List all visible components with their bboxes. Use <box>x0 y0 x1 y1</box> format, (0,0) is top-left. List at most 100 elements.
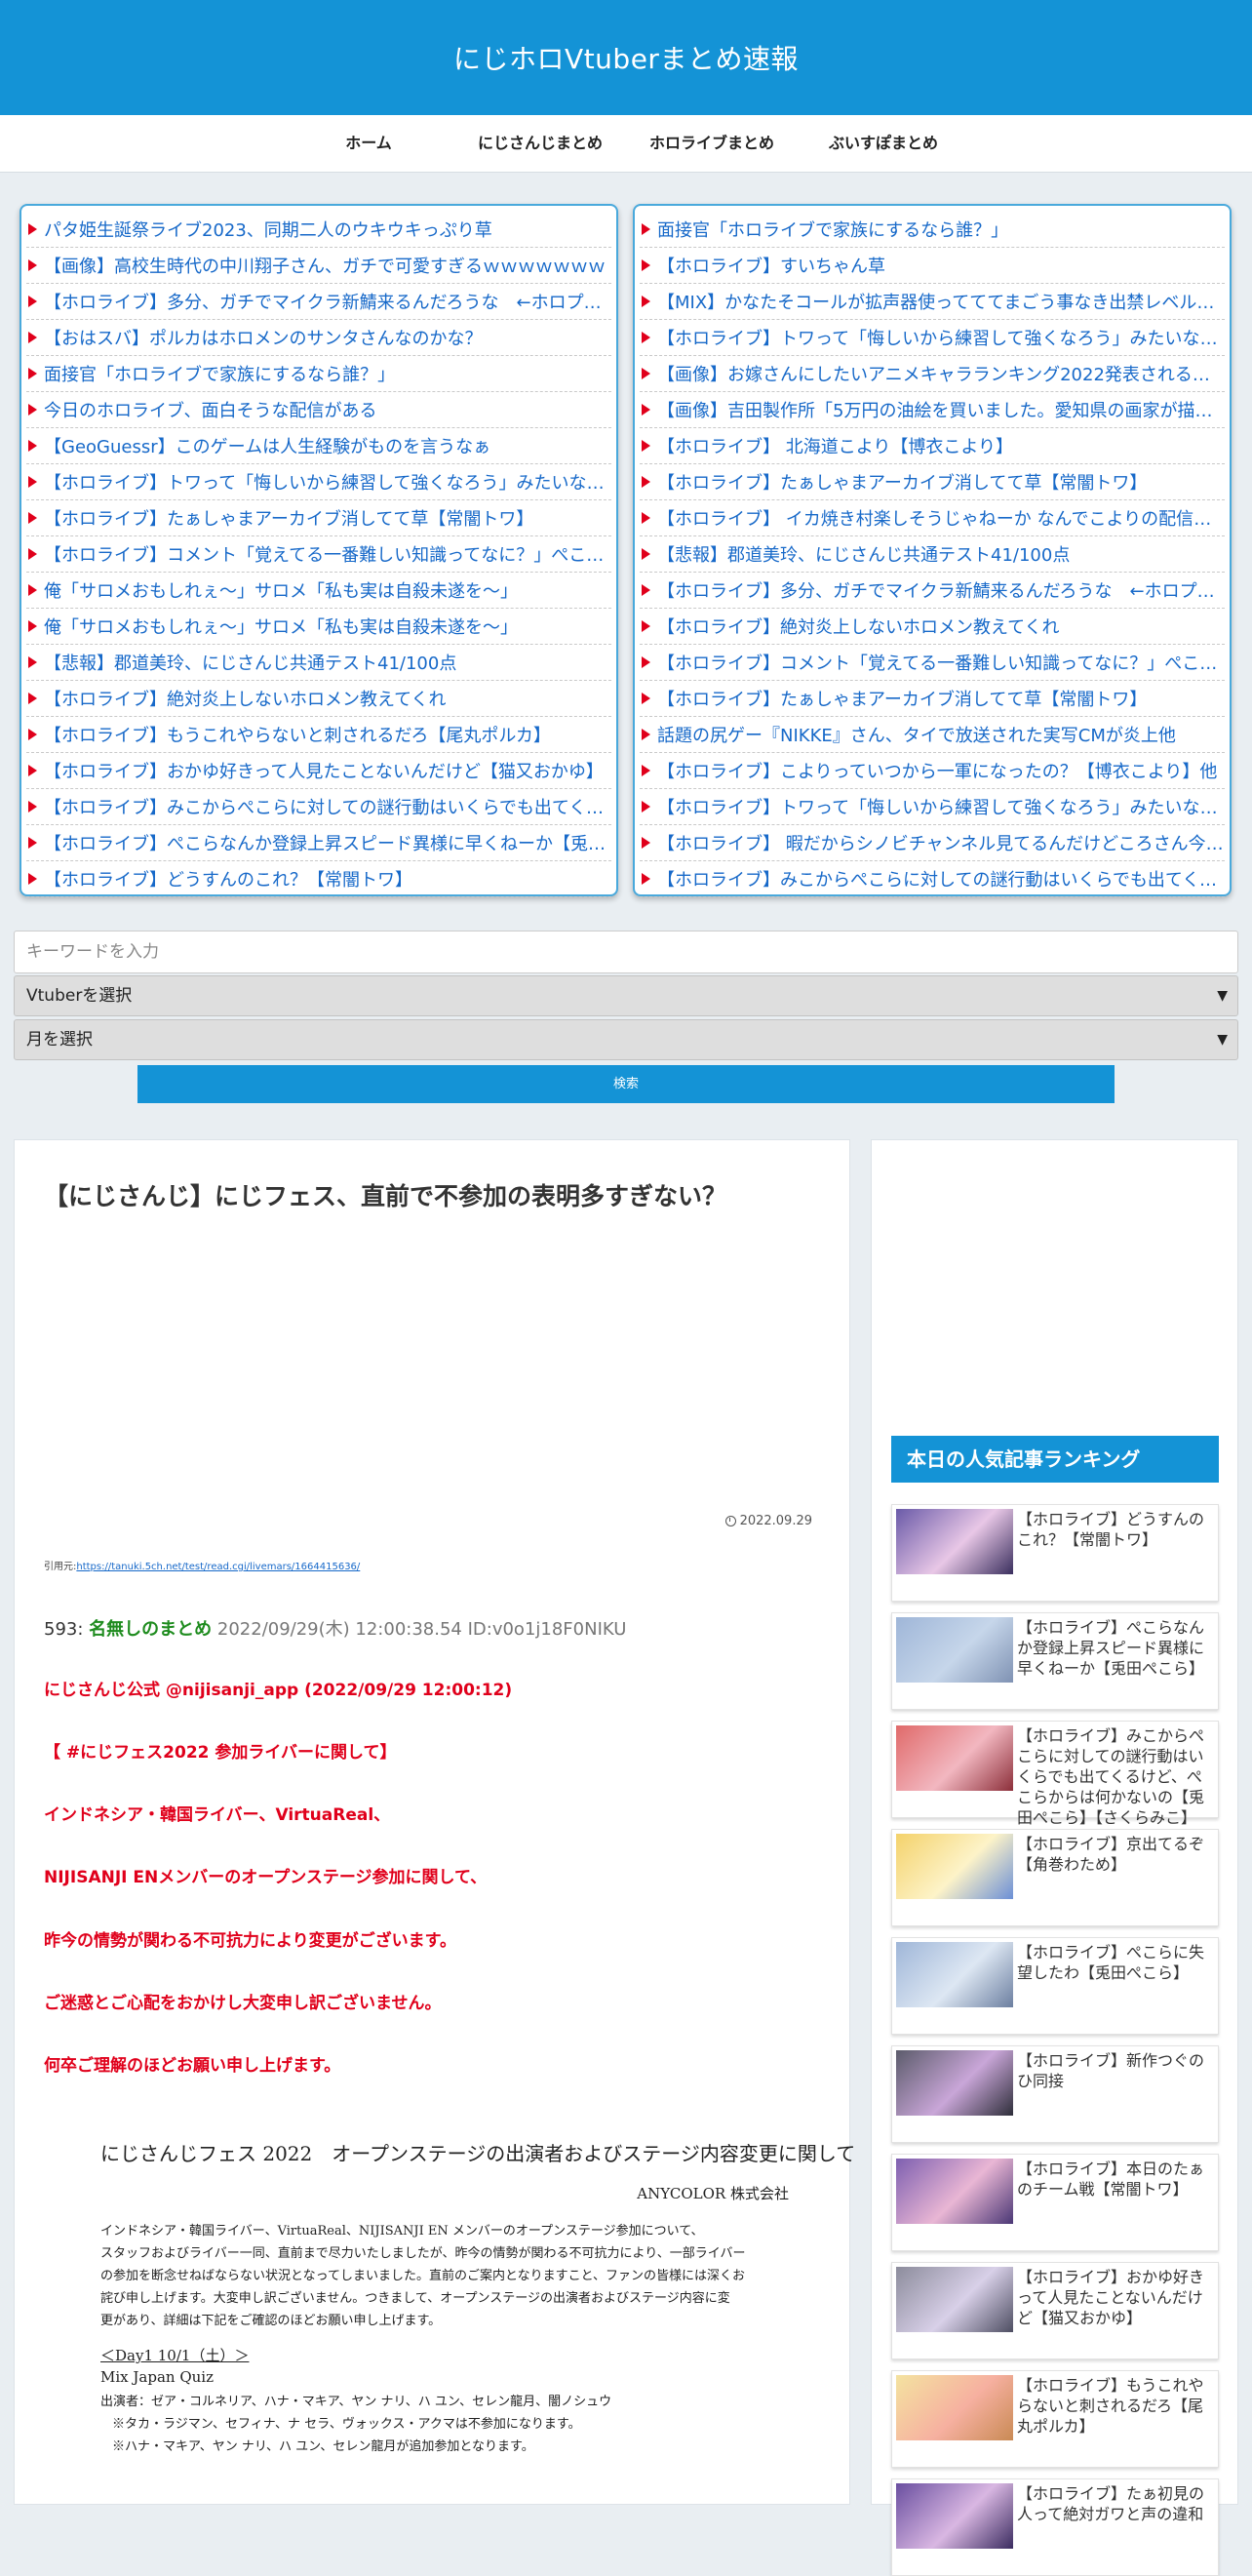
thumbnail-image[interactable] <box>896 1617 1013 1683</box>
feed-item-link[interactable]: 【悲報】郡道美玲、にじさんじ共通テスト41/100点 <box>657 541 1070 567</box>
feed-item-link[interactable]: 【ホロライブ】どうすんのこれ？【常闇トワ】 <box>44 866 412 892</box>
feed-item-link[interactable]: 【ホロライブ】ぺこらなんか登録上昇スピード異様に早くねーか【兎田… <box>44 830 611 855</box>
feed-item-link[interactable]: 【ホロライブ】 暇だからシノビチャンネル見てるんだけどころさん今… <box>657 830 1224 855</box>
feed-item[interactable]: 【ホロライブ】すいちゃん草 <box>640 248 1225 284</box>
feed-item[interactable]: 【ホロライブ】みこからぺこらに対しての謎行動はいくらでも出てくる… <box>26 789 611 825</box>
feed-item-link[interactable]: 【ホロライブ】たぁしゃまアーカイブ消してて草【常闇トワ】 <box>44 505 533 531</box>
feed-item[interactable]: 【ホロライブ】トワって「悔しいから練習して強くなろう」みたいな感… <box>640 320 1225 356</box>
search-button[interactable]: 検索 <box>137 1065 1115 1103</box>
ranking-item-title[interactable]: 【ホロライブ】京出てるぞ【角巻わため】 <box>1017 1834 1212 1875</box>
ranking-item[interactable]: 【ホロライブ】京出てるぞ【角巻わため】 <box>891 1829 1219 1926</box>
ranking-item-title[interactable]: 【ホロライブ】みこからぺこらに対しての謎行動はいくらでも出てくるけど、ぺこらから… <box>1017 1725 1212 1828</box>
feed-item[interactable]: 【悲報】郡道美玲、にじさんじ共通テスト41/100点 <box>640 536 1225 573</box>
feed-item[interactable]: 【ホロライブ】 北海道こより【博衣こより】 <box>640 428 1225 464</box>
feed-item-link[interactable]: 【ホロライブ】みこからぺこらに対しての謎行動はいくらでも出てくる… <box>44 794 611 819</box>
feed-item-link[interactable]: 【画像】吉田製作所「5万円の油絵を買いました。愛知県の画家が描い… <box>657 397 1225 422</box>
ranking-item-title[interactable]: 【ホロライブ】新作つぐのひ同接 <box>1017 2050 1212 2091</box>
feed-item[interactable]: 【ホロライブ】おかゆ好きって人見たことないんだけど【猫又おかゆ】 <box>26 753 611 789</box>
feed-item-link[interactable]: 【ホロライブ】たぁしゃまアーカイブ消してて草【常闇トワ】 <box>657 469 1147 495</box>
ranking-item[interactable]: 【ホロライブ】本日のたぁのチーム戦【常闇トワ】 <box>891 2154 1219 2251</box>
feed-item[interactable]: 【GeoGuessr】このゲームは人生経験がものを言うなぁ <box>26 428 611 464</box>
feed-item-link[interactable]: 【ホロライブ】たぁしゃまアーカイブ消してて草【常闇トワ】 <box>657 686 1147 711</box>
feed-item[interactable]: 【ホロライブ】 イカ焼き村楽しそうじゃねーか なんでこよりの配信見… <box>640 500 1225 536</box>
feed-item-link[interactable]: 【ホロライブ】多分、ガチでマイクラ新鯖来るんだろうな ←ホロプロ… <box>657 577 1225 603</box>
feed-item-link[interactable]: 【ホロライブ】こよりっていつから一軍になったの？【博衣こより】他 <box>657 758 1217 783</box>
feed-item-link[interactable]: 【ホロライブ】みこからぺこらに対しての謎行動はいくらでも出てくる… <box>657 866 1225 892</box>
feed-item-link[interactable]: 【ホロライブ】トワって「悔しいから練習して強くなろう」みたいな感… <box>657 325 1225 350</box>
feed-item[interactable]: 面接官「ホロライブで家族にするなら誰？」 <box>26 356 611 392</box>
feed-item[interactable]: 【MIX】かなたそコールが拡声器使ってててまごう事なき出禁レベルのう… <box>640 284 1225 320</box>
thumbnail-image[interactable] <box>896 1725 1013 1791</box>
feed-item-link[interactable]: 【画像】お嫁さんにしたいアニメキャラランキング2022発表されるｗ… <box>657 361 1225 386</box>
feed-item[interactable]: 【ホロライブ】 暇だからシノビチャンネル見てるんだけどころさん今… <box>640 825 1225 861</box>
feed-item[interactable]: 【ホロライブ】コメント「覚えてる一番難しい知識ってなに？」ぺこら… <box>640 645 1225 681</box>
ranking-item-title[interactable]: 【ホロライブ】たぁ初見の人って絶対ガワと声の違和 <box>1017 2483 1212 2524</box>
feed-item[interactable]: 俺「サロメおもしれぇ～」サロメ「私も実は自殺未遂を～」 <box>26 609 611 645</box>
ranking-item-title[interactable]: 【ホロライブ】本日のたぁのチーム戦【常闇トワ】 <box>1017 2159 1212 2200</box>
feed-item[interactable]: 【ホロライブ】絶対炎上しないホロメン教えてくれ <box>26 681 611 717</box>
thumbnail-image[interactable] <box>896 2483 1013 2549</box>
feed-item[interactable]: パタ姫生誕祭ライブ2023、同期二人のウキウキっぷり草 <box>26 212 611 248</box>
feed-item-link[interactable]: 【ホロライブ】絶対炎上しないホロメン教えてくれ <box>657 614 1060 639</box>
ranking-item[interactable]: 【ホロライブ】ぺこらなんか登録上昇スピード異様に早くねーか【兎田ぺこら】 <box>891 1612 1219 1710</box>
feed-item-link[interactable]: 【画像】高校生時代の中川翔子さん、ガチで可愛すぎるｗｗｗｗｗｗｗ <box>44 253 606 278</box>
nav-hololive[interactable]: ホロライブまとめ <box>634 115 790 172</box>
feed-item-link[interactable]: 【ホロライブ】もうこれやらないと刺されるだろ【尾丸ポルカ】 <box>44 722 551 747</box>
feed-item[interactable]: 【ホロライブ】たぁしゃまアーカイブ消してて草【常闇トワ】 <box>26 500 611 536</box>
thumbnail-image[interactable] <box>896 1509 1013 1574</box>
ranking-item[interactable]: 【ホロライブ】新作つぐのひ同接 <box>891 2045 1219 2143</box>
ranking-item[interactable]: 【ホロライブ】おかゆ好きって人見たことないんだけど【猫又おかゆ】 <box>891 2262 1219 2359</box>
feed-item-link[interactable]: 今日のホロライブ、面白そうな配信がある <box>44 397 376 422</box>
feed-item-link[interactable]: 話題の尻ゲー『NIKKE』さん、タイで放送された実写CMが炎上他 <box>657 722 1176 747</box>
feed-item-link[interactable]: 【ホロライブ】すいちゃん草 <box>657 253 885 278</box>
feed-item[interactable]: 【ホロライブ】トワって「悔しいから練習して強くなろう」みたいな感… <box>26 464 611 500</box>
feed-item[interactable]: 今日のホロライブ、面白そうな配信がある <box>26 392 611 428</box>
site-title[interactable]: にじホロVtuberまとめ速報 <box>453 38 799 77</box>
feed-item[interactable]: 【ホロライブ】多分、ガチでマイクラ新鯖来るんだろうな ←ホロプロ… <box>640 573 1225 609</box>
feed-item-link[interactable]: 俺「サロメおもしれぇ～」サロメ「私も実は自殺未遂を～」 <box>44 577 518 603</box>
feed-item[interactable]: 【ホロライブ】トワって「悔しいから練習して強くなろう」みたいな感… <box>640 789 1225 825</box>
feed-item-link[interactable]: 【ホロライブ】 イカ焼き村楽しそうじゃねーか なんでこよりの配信見… <box>657 505 1225 531</box>
ranking-item[interactable]: 【ホロライブ】たぁ初見の人って絶対ガワと声の違和 <box>891 2478 1219 2576</box>
feed-item[interactable]: 【画像】吉田製作所「5万円の油絵を買いました。愛知県の画家が描い… <box>640 392 1225 428</box>
thumbnail-image[interactable] <box>896 1834 1013 1899</box>
feed-item[interactable]: 話題の尻ゲー『NIKKE』さん、タイで放送された実写CMが炎上他 <box>640 717 1225 753</box>
feed-item[interactable]: 【ホロライブ】ぺこらなんか登録上昇スピード異様に早くねーか【兎田… <box>26 825 611 861</box>
ranking-item-title[interactable]: 【ホロライブ】ぺこらに失望したわ【兎田ぺこら】 <box>1017 1942 1212 1983</box>
feed-item[interactable]: 【ホロライブ】たぁしゃまアーカイブ消してて草【常闇トワ】 <box>640 464 1225 500</box>
feed-item-link[interactable]: 【ホロライブ】コメント「覚えてる一番難しい知識ってなに？」ぺこら… <box>657 650 1225 675</box>
feed-item[interactable]: 【ホロライブ】たぁしゃまアーカイブ消してて草【常闇トワ】 <box>640 681 1225 717</box>
feed-item[interactable]: 【おはスバ】ポルカはホロメンのサンタさんなのかな？ <box>26 320 611 356</box>
feed-item[interactable]: 面接官「ホロライブで家族にするなら誰？」 <box>640 212 1225 248</box>
feed-item-link[interactable]: パタ姫生誕祭ライブ2023、同期二人のウキウキっぷり草 <box>44 217 492 242</box>
ranking-item-title[interactable]: 【ホロライブ】もうこれやらないと刺されるだろ【尾丸ポルカ】 <box>1017 2375 1212 2437</box>
nav-home[interactable]: ホーム <box>310 115 427 172</box>
keyword-input[interactable] <box>14 931 1238 973</box>
feed-item-link[interactable]: 【ホロライブ】トワって「悔しいから練習して強くなろう」みたいな感… <box>657 794 1225 819</box>
ranking-item[interactable]: 【ホロライブ】もうこれやらないと刺されるだろ【尾丸ポルカ】 <box>891 2370 1219 2468</box>
feed-item-link[interactable]: 【ホロライブ】おかゆ好きって人見たことないんだけど【猫又おかゆ】 <box>44 758 604 783</box>
ranking-item-title[interactable]: 【ホロライブ】ぺこらなんか登録上昇スピード異様に早くねーか【兎田ぺこら】 <box>1017 1617 1212 1679</box>
ranking-item-title[interactable]: 【ホロライブ】おかゆ好きって人見たことないんだけど【猫又おかゆ】 <box>1017 2267 1212 2328</box>
feed-item-link[interactable]: 【GeoGuessr】このゲームは人生経験がものを言うなぁ <box>44 433 490 458</box>
feed-item-link[interactable]: 俺「サロメおもしれぇ～」サロメ「私も実は自殺未遂を～」 <box>44 614 518 639</box>
nav-nijisanji[interactable]: にじさんじまとめ <box>462 115 618 172</box>
feed-item[interactable]: 【ホロライブ】みこからぺこらに対しての謎行動はいくらでも出てくる… <box>640 861 1225 897</box>
feed-item[interactable]: 【画像】お嫁さんにしたいアニメキャラランキング2022発表されるｗ… <box>640 356 1225 392</box>
feed-item[interactable]: 【ホロライブ】多分、ガチでマイクラ新鯖来るんだろうな ←ホロプロ… <box>26 284 611 320</box>
feed-item-link[interactable]: 【ホロライブ】トワって「悔しいから練習して強くなろう」みたいな感… <box>44 469 611 495</box>
feed-item[interactable]: 【ホロライブ】もうこれやらないと刺されるだろ【尾丸ポルカ】 <box>26 717 611 753</box>
feed-item[interactable]: 俺「サロメおもしれぇ～」サロメ「私も実は自殺未遂を～」 <box>26 573 611 609</box>
ranking-item[interactable]: 【ホロライブ】みこからぺこらに対しての謎行動はいくらでも出てくるけど、ぺこらから… <box>891 1721 1219 1827</box>
thumbnail-image[interactable] <box>896 2267 1013 2332</box>
feed-item[interactable]: 【悲報】郡道美玲、にじさんじ共通テスト41/100点 <box>26 645 611 681</box>
feed-item-link[interactable]: 【ホロライブ】コメント「覚えてる一番難しい知識ってなに？」ぺこら… <box>44 541 611 567</box>
feed-item-link[interactable]: 【ホロライブ】 北海道こより【博衣こより】 <box>657 433 1013 458</box>
feed-item-link[interactable]: 【おはスバ】ポルカはホロメンのサンタさんなのかな？ <box>44 325 482 350</box>
feed-item-link[interactable]: 【MIX】かなたそコールが拡声器使ってててまごう事なき出禁レベルのう… <box>657 289 1225 314</box>
feed-item[interactable]: 【ホロライブ】絶対炎上しないホロメン教えてくれ <box>640 609 1225 645</box>
feed-item-link[interactable]: 面接官「ホロライブで家族にするなら誰？」 <box>657 217 1008 242</box>
source-link[interactable]: https://tanuki.5ch.net/test/read.cgi/liv… <box>76 1562 360 1572</box>
ranking-item[interactable]: 【ホロライブ】どうすんのこれ？【常闇トワ】 <box>891 1504 1219 1602</box>
feed-item[interactable]: 【ホロライブ】どうすんのこれ？【常闇トワ】 <box>26 861 611 897</box>
